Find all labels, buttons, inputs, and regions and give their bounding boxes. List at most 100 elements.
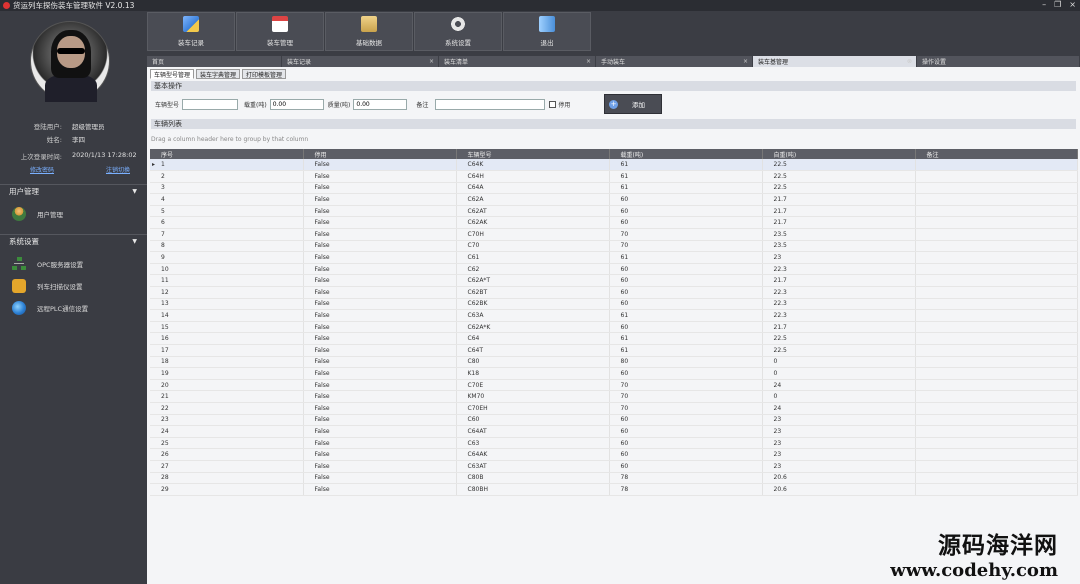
table-row[interactable]: ▸ 1 False C64K 61 22.5	[150, 159, 1078, 172]
table-row[interactable]: 13 False C62BK 60 22.3	[150, 298, 1078, 311]
subtab-print-template[interactable]: 打印模板管理	[242, 69, 287, 79]
load-input[interactable]	[269, 98, 324, 110]
table-row[interactable]: 27 False C63AT 60 23	[150, 460, 1078, 473]
table-cell: 21.7	[762, 205, 916, 218]
table-row[interactable]: 17 False C64T 61 22.5	[150, 344, 1078, 357]
table-row[interactable]: 29 False C80BH 78 20.6	[150, 483, 1078, 496]
table-row[interactable]: 21 False KM70 70 0	[150, 390, 1078, 403]
table-cell: False	[303, 460, 457, 473]
column-header[interactable]: 载重(吨)	[609, 149, 763, 159]
table-cell: C63A	[456, 309, 610, 322]
group-by-hint[interactable]: Drag a column header here to group by th…	[151, 136, 308, 143]
table-cell: 2	[150, 170, 304, 183]
table-row[interactable]: 26 False C64AK 60 23	[150, 448, 1078, 461]
table-row[interactable]: 11 False C62A*T 60 21.7	[150, 274, 1078, 288]
minimize-icon[interactable]: –	[1042, 0, 1046, 9]
table-cell: C62BT	[456, 286, 610, 299]
tab-home[interactable]: 首页	[147, 56, 282, 67]
table-row[interactable]: 25 False C63 60 23	[150, 437, 1078, 450]
table-row[interactable]: 16 False C64 61 22.5	[150, 332, 1078, 345]
table-cell: 26	[150, 448, 304, 461]
column-header[interactable]: 停用	[303, 149, 457, 159]
table-cell: 16	[150, 332, 304, 345]
table-cell: False	[303, 321, 457, 334]
toolbar-button-exit[interactable]: 退出	[503, 12, 591, 51]
table-cell: C62A*K	[456, 321, 610, 334]
column-header[interactable]: 序号	[150, 149, 304, 159]
table-cell: 60	[609, 414, 763, 427]
table-cell: False	[303, 437, 457, 450]
table-row[interactable]: 2 False C64H 61 22.5	[150, 170, 1078, 183]
sidebar-item-train-scanner[interactable]: 列车扫描仪设置	[12, 277, 142, 295]
toolbar-button-load-manage[interactable]: 装车管理	[236, 12, 324, 51]
remark-input[interactable]	[435, 98, 546, 110]
table-cell: C62AK	[456, 216, 610, 230]
table-row[interactable]: 10 False C62 60 22.3	[150, 263, 1078, 276]
table-cell: 61	[609, 344, 763, 357]
disabled-checkbox[interactable]	[549, 100, 557, 108]
toolbar-button-base-data[interactable]: 基础数据	[325, 12, 413, 51]
table-cell: C61	[456, 251, 610, 264]
table-cell: 22.3	[762, 298, 916, 311]
tab-load-record[interactable]: 装车记录 ×	[282, 56, 439, 67]
subtab-vehicle-model[interactable]: 车辆型号管理	[150, 69, 195, 79]
column-header[interactable]: 自重(吨)	[762, 149, 916, 159]
table-cell: 24	[762, 402, 916, 415]
model-input[interactable]	[182, 98, 239, 110]
column-header[interactable]: 备注	[915, 149, 1078, 159]
close-icon[interactable]: ⊗	[907, 58, 912, 65]
table-cell	[915, 402, 1078, 415]
sidebar-item-opc-server[interactable]: OPC服务器设置	[12, 255, 142, 273]
table-cell: 22.3	[762, 309, 916, 322]
tab-load-list[interactable]: 装车清单 ×	[439, 56, 596, 67]
sidebar-item-user-management[interactable]: 用户管理	[12, 205, 142, 223]
close-icon[interactable]: ×	[586, 58, 591, 65]
toolbar-button-system-settings[interactable]: 系统设置	[414, 12, 502, 51]
table-row[interactable]: 5 False C62AT 60 21.7	[150, 205, 1078, 218]
table-row[interactable]: 14 False C63A 61 22.3	[150, 309, 1078, 322]
change-password-link[interactable]: 修改密码	[30, 165, 54, 174]
table-row[interactable]: 6 False C62AK 60 21.7	[150, 216, 1078, 230]
table-cell: 19	[150, 367, 304, 380]
close-icon[interactable]: ×	[429, 58, 434, 65]
table-row[interactable]: 8 False C70 70 23.5	[150, 240, 1078, 253]
table-row[interactable]: 20 False C70E 70 24	[150, 379, 1078, 392]
tab-operation-settings[interactable]: 操作设置	[917, 56, 1080, 67]
table-row[interactable]: 28 False C80B 78 20.6	[150, 472, 1078, 485]
sidebar-item-remote-plc[interactable]: 远程PLC通信设置	[12, 299, 142, 317]
table-cell: C64AK	[456, 448, 610, 461]
table-row[interactable]: 18 False C80 80 0	[150, 356, 1078, 369]
weight-input[interactable]	[353, 98, 408, 110]
table-row[interactable]: 22 False C70EH 70 24	[150, 402, 1078, 415]
table-cell: C80BH	[456, 483, 610, 496]
tab-base-manage[interactable]: 装车基管理 ⊗	[753, 56, 917, 67]
table-cell: 25	[150, 437, 304, 450]
table-row[interactable]: 9 False C61 61 23	[150, 251, 1078, 264]
add-button[interactable]: + 添加	[604, 94, 662, 114]
table-row[interactable]: 7 False C70H 70 23.5	[150, 228, 1078, 241]
table-cell: False	[303, 251, 457, 264]
table-cell: False	[303, 228, 457, 241]
table-row[interactable]: 23 False C60 60 23	[150, 414, 1078, 427]
tab-manual-load[interactable]: 手动装车 ×	[596, 56, 753, 67]
server-network-icon	[12, 257, 26, 271]
section-user-management[interactable]: 用户管理 ▼	[0, 184, 147, 198]
restore-icon[interactable]: ❐	[1054, 0, 1061, 9]
close-icon[interactable]: ×	[1069, 0, 1076, 9]
table-row[interactable]: 12 False C62BT 60 22.3	[150, 286, 1078, 299]
section-system-settings[interactable]: 系统设置 ▼	[0, 234, 147, 248]
table-row[interactable]: 3 False C64A 61 22.5	[150, 182, 1078, 195]
table-cell: 60	[609, 460, 763, 473]
column-header[interactable]: 车辆型号	[456, 149, 610, 159]
table-cell: 70	[609, 379, 763, 392]
table-cell	[915, 182, 1078, 195]
table-cell: False	[303, 263, 457, 276]
close-icon[interactable]: ×	[743, 58, 748, 65]
table-row[interactable]: 4 False C62A 60 21.7	[150, 193, 1078, 206]
table-row[interactable]: 19 False K18 60 0	[150, 367, 1078, 380]
table-row[interactable]: 15 False C62A*K 60 21.7	[150, 321, 1078, 334]
subtab-load-dictionary[interactable]: 装车字典管理	[196, 69, 241, 79]
table-row[interactable]: 24 False C64AT 60 23	[150, 425, 1078, 438]
toolbar-button-load-record[interactable]: 装车记录	[147, 12, 235, 51]
logout-link[interactable]: 注销切换	[106, 165, 130, 174]
